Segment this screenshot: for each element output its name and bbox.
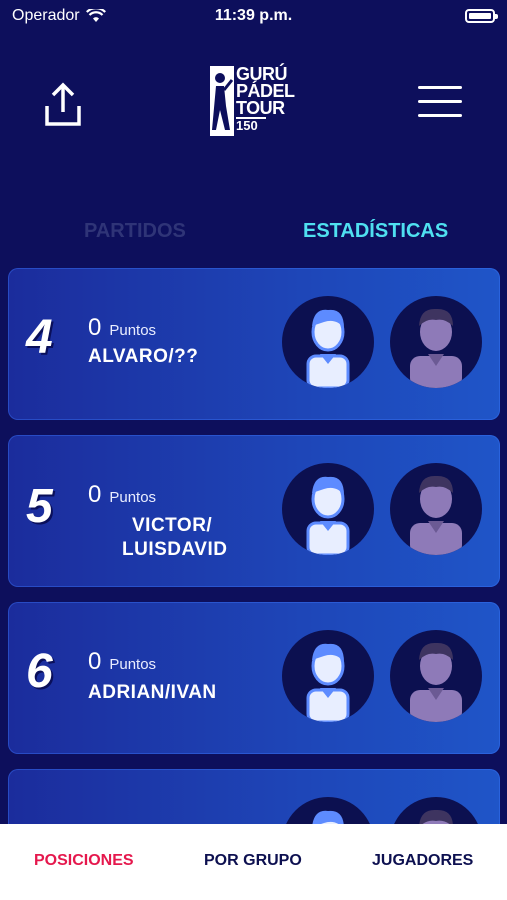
battery-icon	[465, 9, 498, 23]
logo-text: GURÚ PÁDEL TOUR 150	[236, 65, 295, 140]
avatar-silhouette-icon	[410, 642, 462, 722]
carrier-label: Operador	[12, 7, 80, 24]
avatar-silhouette-icon	[419, 809, 453, 824]
tab-partidos[interactable]: PARTIDOS	[84, 220, 186, 243]
logo-line-3: TOUR	[236, 98, 285, 118]
points-row: 0 Puntos	[88, 648, 156, 676]
app-logo: GURÚ PÁDEL TOUR 150	[210, 65, 300, 140]
points-value: 0	[88, 481, 102, 508]
logo-number: 150	[236, 117, 266, 132]
avatar-outline-icon	[306, 643, 350, 722]
player2-avatar[interactable]	[390, 630, 482, 722]
standings-list[interactable]: 4 0 Puntos ALVARO/?? 5 0 Puntos VICTOR/ …	[8, 268, 500, 824]
rank-number: 5	[26, 480, 53, 533]
avatar-outline-icon	[312, 810, 344, 824]
player1-avatar[interactable]	[282, 296, 374, 388]
bottom-navigation: POSICIONES POR GRUPO JUGADORES	[0, 824, 507, 900]
wifi-icon	[85, 9, 106, 22]
share-button[interactable]	[38, 80, 88, 130]
menu-button[interactable]	[418, 86, 468, 126]
header: GURÚ PÁDEL TOUR 150	[0, 60, 507, 150]
standing-card[interactable]: 6 0 Puntos ADRIAN/IVAN	[8, 602, 500, 754]
team-name: ALVARO/??	[88, 346, 199, 367]
nav-posiciones[interactable]: POSICIONES	[34, 852, 134, 870]
avatar-outline-icon	[306, 309, 350, 388]
standing-card[interactable]: 4 0 Puntos ALVARO/??	[8, 268, 500, 420]
standing-card-partial[interactable]	[8, 769, 500, 824]
rank-number: 6	[26, 645, 53, 698]
hamburger-menu-icon	[418, 86, 468, 117]
share-icon	[45, 82, 81, 126]
status-bar: Operador 11:39 p.m.	[0, 0, 507, 32]
team-name-line-2: LUISDAVID	[122, 539, 228, 560]
points-label: Puntos	[109, 489, 157, 506]
rank-number: 4	[26, 311, 53, 364]
avatar-silhouette-icon	[410, 475, 462, 555]
player2-avatar[interactable]	[390, 296, 482, 388]
nav-jugadores[interactable]: JUGADORES	[372, 852, 473, 870]
points-row: 0 Puntos	[88, 481, 156, 509]
player1-avatar[interactable]	[282, 797, 374, 824]
player2-avatar[interactable]	[390, 797, 482, 824]
player2-avatar[interactable]	[390, 463, 482, 555]
points-value: 0	[88, 314, 102, 341]
player1-avatar[interactable]	[282, 630, 374, 722]
tab-bar: PARTIDOS ESTADÍSTICAS	[0, 220, 507, 250]
tab-estadisticas[interactable]: ESTADÍSTICAS	[303, 220, 448, 243]
points-row: 0 Puntos	[88, 314, 156, 342]
nav-por-grupo[interactable]: POR GRUPO	[204, 852, 302, 870]
team-name-line-1: VICTOR/	[132, 515, 213, 536]
points-label: Puntos	[109, 322, 157, 339]
status-left: Operador	[12, 7, 106, 25]
avatar-silhouette-icon	[410, 308, 462, 388]
points-label: Puntos	[109, 656, 157, 673]
team-name: ADRIAN/IVAN	[88, 682, 217, 703]
logo-player-figure	[210, 66, 234, 136]
points-value: 0	[88, 648, 102, 675]
player1-avatar[interactable]	[282, 463, 374, 555]
standing-card[interactable]: 5 0 Puntos VICTOR/ LUISDAVID	[8, 435, 500, 587]
avatar-outline-icon	[306, 476, 350, 555]
